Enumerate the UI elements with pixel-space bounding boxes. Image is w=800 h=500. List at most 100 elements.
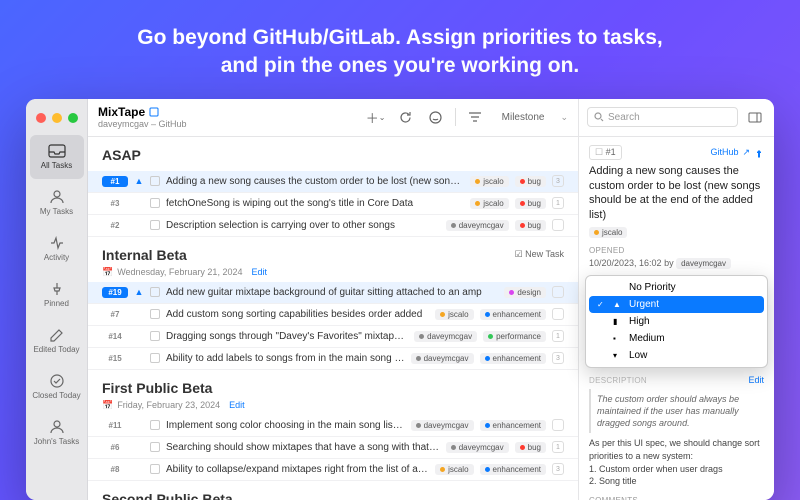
tag[interactable]: daveymcgav [411, 353, 474, 364]
window-controls[interactable] [26, 107, 78, 133]
sidebar-item-all-tasks[interactable]: All Tasks [30, 135, 84, 179]
task-title: Ability to collapse/expand mixtapes righ… [166, 464, 429, 475]
pin-icon[interactable] [754, 146, 764, 158]
comment-count [552, 219, 564, 231]
task-row[interactable]: #6Searching should show mixtapes that ha… [88, 437, 578, 459]
minimize-icon[interactable] [52, 113, 62, 123]
checkbox[interactable] [150, 353, 160, 363]
tag[interactable]: performance [483, 331, 546, 342]
checkbox[interactable] [150, 176, 160, 186]
zoom-icon[interactable] [68, 113, 78, 123]
task-title: Ability to add labels to songs from in t… [166, 353, 405, 364]
checkbox[interactable] [150, 442, 160, 452]
external-link-icon[interactable]: ↗ [742, 147, 750, 158]
tray-icon [48, 143, 66, 159]
tag[interactable]: design [504, 287, 546, 298]
github-link[interactable]: GitHub [710, 147, 738, 157]
task-row[interactable]: #3fetchOneSong is wiping out the song's … [88, 193, 578, 215]
task-row[interactable]: #2Description selection is carrying over… [88, 215, 578, 237]
description-label: DESCRIPTION [589, 376, 647, 385]
task-title: Dragging songs through "Davey's Favorite… [166, 331, 408, 342]
tag[interactable]: jscalo [470, 198, 508, 209]
checkbox[interactable] [150, 331, 160, 341]
refresh-button[interactable] [395, 106, 417, 128]
priority-option[interactable]: ▪Medium [589, 330, 764, 347]
checkbox[interactable] [150, 309, 160, 319]
task-id: #7 [102, 309, 128, 320]
person-icon [48, 189, 66, 205]
pencil-icon [48, 327, 66, 343]
priority-dropdown[interactable]: No Priority✓▲Urgent▮High▪Medium▾Low [585, 275, 768, 368]
columns-icon[interactable] [744, 106, 766, 128]
task-title: Adding a new song causes the custom orde… [166, 176, 464, 187]
task-row[interactable]: #14Dragging songs through "Davey's Favor… [88, 326, 578, 348]
edit-milestone-button[interactable]: Edit [229, 400, 245, 410]
new-task-button[interactable]: ☑ New Task [515, 249, 564, 260]
task-row[interactable]: #7Add custom song sorting capabilities b… [88, 304, 578, 326]
priority-option[interactable]: ▮High [589, 313, 764, 330]
task-title: Add new guitar mixtape background of gui… [166, 287, 498, 298]
filter-button[interactable] [464, 106, 486, 128]
tag[interactable]: bug [515, 176, 546, 187]
task-row[interactable]: #15Ability to add labels to songs from i… [88, 348, 578, 370]
checkbox[interactable] [150, 420, 160, 430]
tag[interactable]: jscalo [435, 309, 473, 320]
task-row[interactable]: #8 Ability to collapse/expand mixtapes ri… [88, 459, 578, 481]
tag[interactable]: enhancement [480, 353, 546, 364]
sidebar-item-pinned[interactable]: Pinned [30, 273, 84, 317]
add-button[interactable]: ＋⌄ [365, 106, 387, 128]
milestone-label[interactable]: Milestone [494, 110, 553, 125]
search-input[interactable]: Search [587, 107, 738, 127]
tag[interactable]: jscalo [435, 464, 473, 475]
sidebar-item-edited-today[interactable]: Edited Today [30, 319, 84, 363]
task-id: #8 [102, 464, 128, 475]
checkbox[interactable] [150, 464, 160, 474]
sidebar-item-label: John's Tasks [34, 437, 79, 446]
comment-count: 3 [552, 352, 564, 364]
project-source: daveymcgav – GitHub [98, 119, 357, 129]
edit-description-button[interactable]: Edit [748, 375, 764, 385]
section-title: First Public Beta [102, 380, 212, 396]
task-row[interactable]: #1▲Adding a new song causes the custom o… [88, 171, 578, 193]
sidebar-item-activity[interactable]: Activity [30, 227, 84, 271]
assignee-tag[interactable]: jscalo [589, 227, 627, 238]
section-date: 📅Wednesday, February 21, 2024 Edit [102, 267, 564, 278]
priority-option[interactable]: ✓▲Urgent [589, 296, 764, 313]
tag[interactable]: daveymcgav [411, 420, 474, 431]
sidebar-item-johns-tasks[interactable]: John's Tasks [30, 411, 84, 455]
tag[interactable]: bug [515, 198, 546, 209]
task-title: Implement song color choosing in the mai… [166, 420, 405, 431]
tag[interactable]: daveymcgav [446, 442, 509, 453]
edit-milestone-button[interactable]: Edit [251, 267, 267, 277]
task-id: #3 [102, 198, 128, 209]
smile-button[interactable] [425, 106, 447, 128]
priority-option[interactable]: No Priority [589, 279, 764, 296]
description-body: As per this UI spec, we should change so… [589, 437, 764, 487]
tag[interactable]: enhancement [480, 464, 546, 475]
tag[interactable]: daveymcgav [446, 220, 509, 231]
checkbox[interactable] [150, 198, 160, 208]
task-list[interactable]: ASAP #1▲Adding a new song causes the cust… [88, 137, 578, 500]
task-row[interactable]: #11Implement song color choosing in the … [88, 415, 578, 437]
sidebar-item-my-tasks[interactable]: My Tasks [30, 181, 84, 225]
description-quote: The custom order should always be mainta… [589, 389, 764, 433]
close-icon[interactable] [36, 113, 46, 123]
task-row[interactable]: #19▲Add new guitar mixtape background of… [88, 282, 578, 304]
tag[interactable]: jscalo [470, 176, 508, 187]
comment-count: 3 [552, 175, 564, 187]
checkbox[interactable] [150, 287, 160, 297]
pin-icon [48, 281, 66, 297]
sidebar-item-label: Edited Today [33, 345, 79, 354]
sidebar-item-closed-today[interactable]: Closed Today [30, 365, 84, 409]
priority-option[interactable]: ▾Low [589, 347, 764, 364]
section-date: 📅Friday, February 23, 2024 Edit [102, 400, 564, 411]
tag[interactable]: enhancement [480, 420, 546, 431]
checkbox[interactable] [150, 220, 160, 230]
tag[interactable]: enhancement [480, 309, 546, 320]
tag[interactable]: bug [515, 220, 546, 231]
tag[interactable]: daveymcgav [414, 331, 477, 342]
section-title: ASAP [102, 147, 141, 163]
tag[interactable]: bug [515, 442, 546, 453]
priority-icon: ▲ [134, 176, 144, 186]
priority-icon: ▲ [134, 287, 144, 297]
